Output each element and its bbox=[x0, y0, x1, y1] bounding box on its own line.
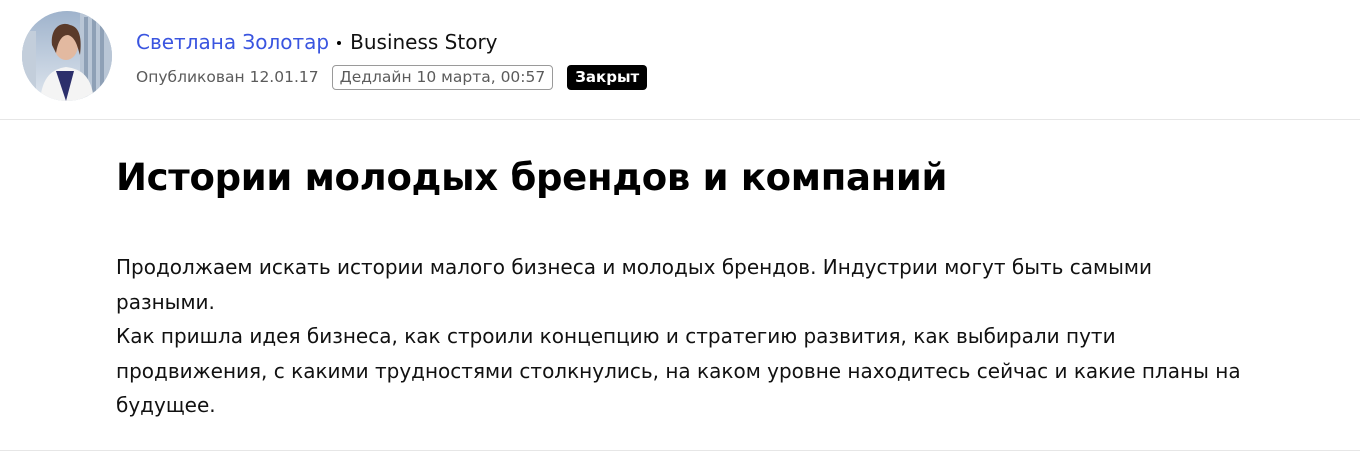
deadline-badge: Дедлайн 10 марта, 00:57 bbox=[331, 64, 554, 90]
author-avatar[interactable] bbox=[22, 11, 112, 101]
post-header: Светлана Золотар Business Story Опублико… bbox=[0, 0, 1360, 120]
page-title: Истории молодых брендов и компаний bbox=[116, 156, 948, 199]
bottom-divider bbox=[0, 450, 1360, 451]
community-link[interactable]: Business Story bbox=[350, 30, 497, 54]
separator-dot-icon bbox=[337, 41, 342, 45]
author-name-link[interactable]: Светлана Золотар bbox=[136, 30, 329, 54]
avatar-photo bbox=[22, 11, 112, 101]
article-paragraph: Как пришла идея бизнеса, как строили кон… bbox=[116, 324, 1241, 417]
article-body: Продолжаем искать истории малого бизнеса… bbox=[116, 250, 1246, 423]
published-date: Опубликован 12.01.17 bbox=[136, 68, 319, 86]
status-badge: Закрыт bbox=[567, 64, 648, 90]
author-line: Светлана Золотар Business Story bbox=[136, 28, 498, 56]
article-paragraph: Продолжаем искать истории малого бизнеса… bbox=[116, 255, 1153, 314]
post-meta: Опубликован 12.01.17 Дедлайн 10 марта, 0… bbox=[136, 63, 648, 91]
